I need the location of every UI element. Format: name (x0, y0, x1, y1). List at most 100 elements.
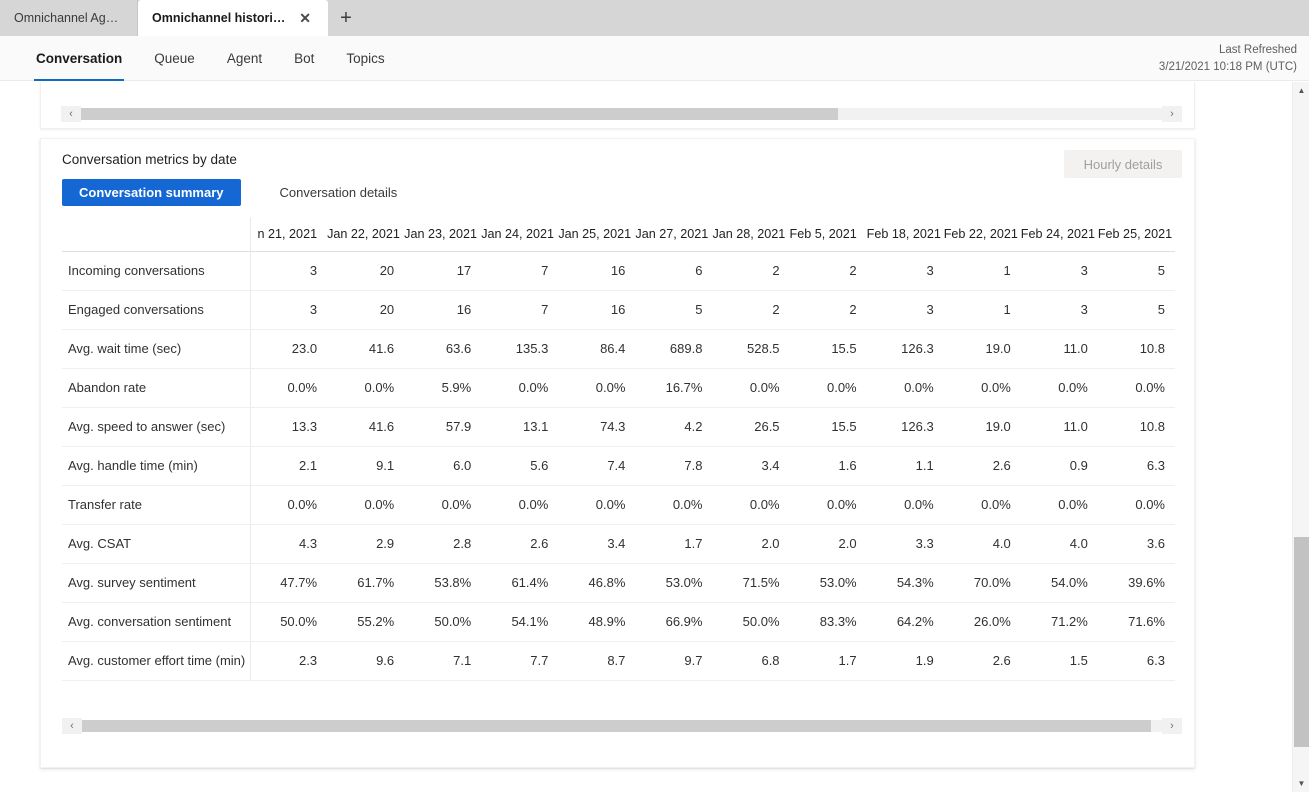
scroll-down-icon[interactable]: ▼ (1293, 775, 1309, 792)
table-horizontal-scrollbar[interactable]: ‹ › (62, 718, 1182, 734)
scroll-left-icon[interactable]: ‹ (61, 106, 81, 122)
last-refreshed-label: Last Refreshed (1219, 44, 1297, 56)
table-cell: 0.0% (1097, 485, 1175, 525)
table-cell: 50.0% (250, 602, 328, 642)
table-cell: 0.0% (1020, 485, 1098, 525)
column-header-date[interactable]: Jan 22, 2021 (327, 217, 405, 252)
column-header-date[interactable]: Feb 25, 2021 (1097, 217, 1175, 252)
scroll-up-icon[interactable]: ▲ (1293, 82, 1309, 99)
tab-label: Bot (294, 51, 315, 66)
scroll-track[interactable] (82, 720, 1162, 732)
scroll-track[interactable] (81, 108, 1162, 120)
table-cell: 0.0% (1020, 368, 1098, 408)
row-label: Avg. conversation sentiment (62, 602, 251, 642)
column-header-date[interactable]: Jan 23, 2021 (404, 217, 482, 252)
column-header-date[interactable]: Feb 18, 2021 (866, 217, 944, 252)
tab-label: Agent (226, 51, 263, 66)
pivot-conversation-details[interactable]: Conversation details (263, 179, 415, 206)
column-header-label: n 21, 2021 (257, 226, 318, 241)
table-cell: 3 (1020, 290, 1098, 330)
table-cell: 3 (250, 251, 328, 291)
table-cell: 0.0% (712, 485, 790, 525)
table-cell: 2 (712, 290, 790, 330)
table-cell: 0.0% (327, 485, 405, 525)
close-icon[interactable]: ✕ (296, 10, 314, 26)
table-row: Avg. survey sentiment 47.7% 61.7% 53.8% 61.4… (62, 563, 1175, 603)
table-cell: 71.5% (712, 563, 790, 603)
table-cell: 0.0% (250, 485, 328, 525)
table-cell: 4.0 (943, 524, 1021, 564)
table-row: Avg. conversation sentiment 50.0% 55.2% 50.… (62, 602, 1175, 642)
browser-tab-title: Omnichannel Age... (14, 11, 123, 25)
tab-agent[interactable]: Agent (211, 36, 278, 81)
table-cell: 2.3 (250, 641, 328, 681)
table-cell: 46.8% (558, 563, 636, 603)
table-cell: 2.6 (481, 524, 559, 564)
table-body: Incoming conversations 3 20 17 7 16 6 2 2 3 1 3 5 Eng… (62, 251, 1175, 681)
table-cell: 0.0% (943, 368, 1021, 408)
table-cell: 41.6 (327, 407, 405, 447)
tab-queue[interactable]: Queue (138, 36, 211, 81)
hourly-details-button[interactable]: Hourly details (1064, 150, 1182, 178)
tab-conversation[interactable]: Conversation (20, 36, 138, 81)
tab-label: Conversation (36, 51, 123, 66)
scroll-left-icon[interactable]: ‹ (62, 718, 82, 734)
table-cell: 0.0% (943, 485, 1021, 525)
table-cell: 71.6% (1097, 602, 1175, 642)
page-vertical-scrollbar[interactable]: ▲ ▼ (1292, 82, 1309, 792)
table-cell: 10.8 (1097, 407, 1175, 447)
table-cell: 6.3 (1097, 446, 1175, 486)
conversation-metrics-card: Conversation metrics by date Hourly deta… (40, 138, 1195, 768)
column-header-date[interactable]: Feb 5, 2021 (789, 217, 867, 252)
upper-horizontal-scrollbar[interactable]: ‹ › (61, 106, 1182, 122)
new-tab-icon[interactable]: + (328, 0, 364, 36)
column-header-date[interactable]: Feb 24, 2021 (1020, 217, 1098, 252)
table-cell: 3.3 (866, 524, 944, 564)
column-header-date[interactable]: Jan 28, 2021 (712, 217, 790, 252)
scroll-thumb[interactable] (1294, 537, 1309, 747)
table-row: Avg. CSAT 4.3 2.9 2.8 2.6 3.4 1.7 2.0 2.0 3.3 4.0 4… (62, 524, 1175, 564)
scroll-right-icon[interactable]: › (1162, 106, 1182, 122)
column-header-date[interactable]: Jan 25, 2021 (558, 217, 636, 252)
scroll-right-icon[interactable]: › (1162, 718, 1182, 734)
table-cell: 3 (1020, 251, 1098, 291)
tab-bot[interactable]: Bot (278, 36, 330, 81)
table-cell: 1.1 (866, 446, 944, 486)
scroll-thumb[interactable] (81, 108, 838, 120)
app-root: Omnichannel Age... Omnichannel historica… (0, 0, 1309, 792)
table-cell: 53.8% (404, 563, 482, 603)
table-cell: 16 (558, 251, 636, 291)
browser-tab-active[interactable]: Omnichannel historical an... ✕ (138, 0, 328, 36)
pivot-conversation-summary[interactable]: Conversation summary (62, 179, 241, 206)
table-cell: 4.0 (1020, 524, 1098, 564)
table-cell: 2.6 (943, 641, 1021, 681)
table-cell: 15.5 (789, 329, 867, 369)
column-header-date[interactable]: n 21, 2021 (250, 217, 328, 252)
page-title: Conversation metrics by date (62, 152, 237, 167)
table-cell: 4.2 (635, 407, 713, 447)
table-cell: 15.5 (789, 407, 867, 447)
table-cell: 5.9% (404, 368, 482, 408)
table-cell: 2.9 (327, 524, 405, 564)
table-cell: 6 (635, 251, 713, 291)
table-cell: 1.6 (789, 446, 867, 486)
column-header-date[interactable]: Feb 22, 2021 (943, 217, 1021, 252)
browser-tab-inactive[interactable]: Omnichannel Age... (0, 0, 138, 36)
table-cell: 7 (481, 290, 559, 330)
table-cell: 3 (866, 290, 944, 330)
row-label: Avg. speed to answer (sec) (62, 407, 251, 447)
tab-topics[interactable]: Topics (330, 36, 400, 81)
table-cell: 83.3% (789, 602, 867, 642)
column-header-date[interactable]: Jan 27, 2021 (635, 217, 713, 252)
table-cell: 13.3 (250, 407, 328, 447)
scroll-thumb[interactable] (82, 720, 1152, 732)
column-header-date[interactable]: Jan 24, 2021 (481, 217, 559, 252)
app-nav-tabs: Conversation Queue Agent Bot Topics (0, 36, 1309, 81)
table-cell: 6.8 (712, 641, 790, 681)
table-cell: 71.2% (1020, 602, 1098, 642)
table-cell: 55.2% (327, 602, 405, 642)
table-cell: 2.8 (404, 524, 482, 564)
table-cell: 23.0 (250, 329, 328, 369)
table-cell: 20 (327, 290, 405, 330)
table-cell: 53.0% (635, 563, 713, 603)
